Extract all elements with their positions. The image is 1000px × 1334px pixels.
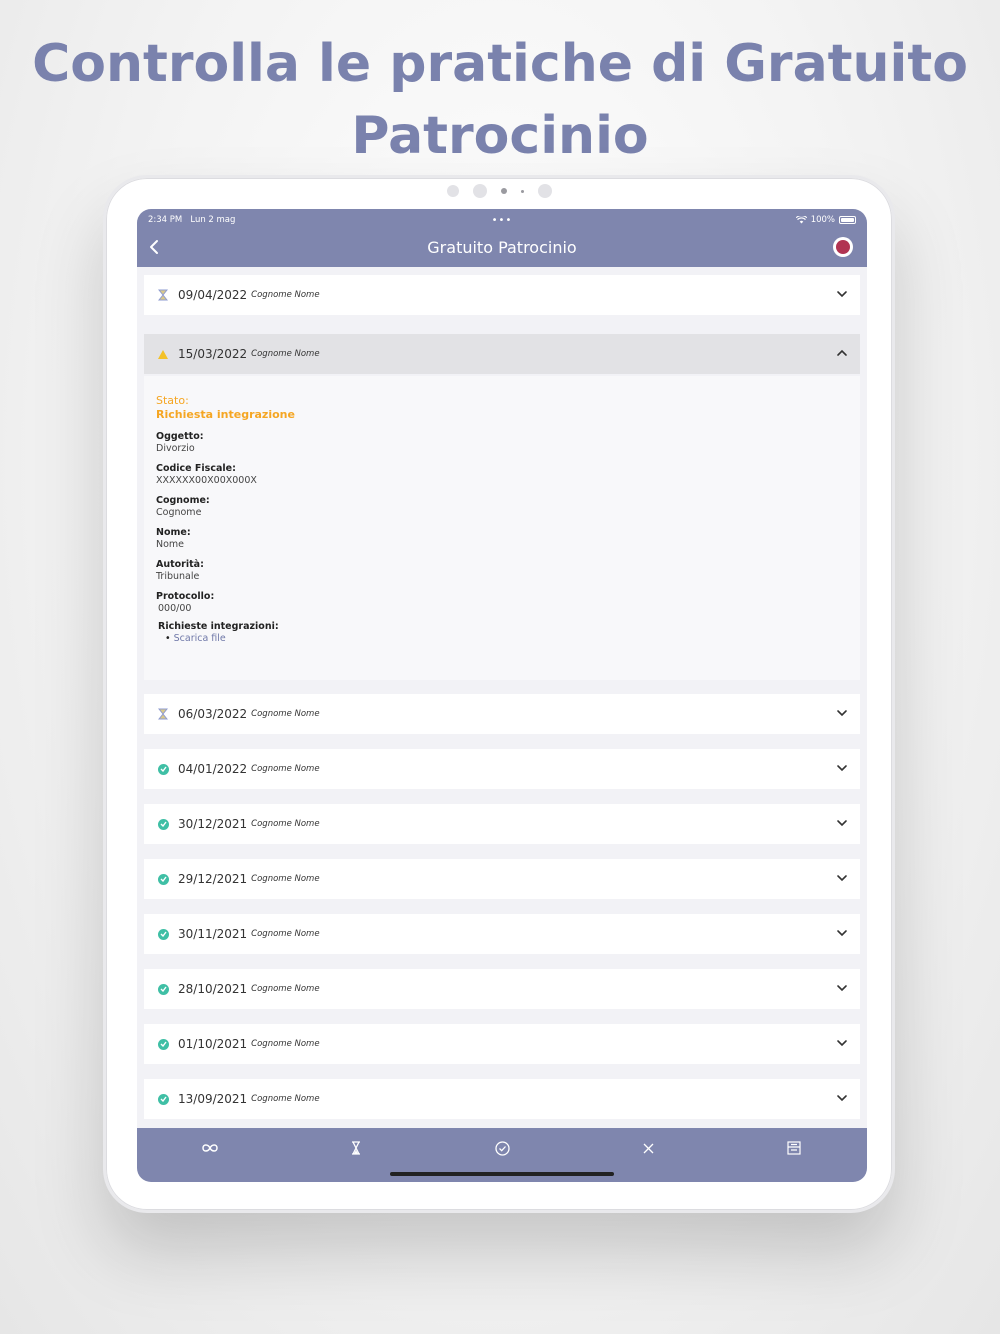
protocollo-label: Protocollo: [156,591,215,602]
row-date: 13/09/2021 [178,1092,248,1106]
warning-icon [156,347,170,361]
chevron-down-icon[interactable] [835,871,849,885]
home-indicator[interactable] [390,1172,614,1176]
oggetto-value: Divorzio [156,443,195,454]
row-date: 09/04/2022 [178,288,248,302]
wifi-icon [795,216,807,224]
list-item-expanded[interactable]: 15/03/2022 Cognome Nome [144,334,860,374]
oggetto-label: Oggetto: [156,431,204,442]
pratica-detail: Stato: Richiesta integrazione Oggetto: D… [144,376,860,680]
multitask-dots[interactable]: ••• [492,215,513,226]
chevron-down-icon[interactable] [835,761,849,775]
row-date: 29/12/2021 [178,872,248,886]
battery-percent: 100% [810,215,835,225]
check-circle-icon [157,873,169,885]
row-date: 01/10/2021 [178,1037,248,1051]
row-date: 30/12/2021 [178,817,248,831]
check-circle-icon [157,983,169,995]
app-header: 2:34 PM Lun 2 mag ••• 100% Gratuito Patr… [137,209,867,267]
nome-label: Nome: [156,527,191,538]
hourglass-icon [156,288,170,302]
scarica-file-link[interactable]: Scarica file [174,633,226,644]
chevron-down-icon[interactable] [835,1036,849,1050]
status-bar: 2:34 PM Lun 2 mag ••• 100% [148,213,856,227]
nav-bar: Gratuito Patrocinio [137,235,867,259]
chevron-down-icon[interactable] [835,1091,849,1105]
hourglass-icon [156,707,170,721]
page-title: Gratuito Patrocinio [427,237,577,257]
list-item[interactable]: 09/04/2022 Cognome Nome [144,275,860,315]
status-time: 2:34 PM [148,215,183,225]
headline: Controlla le pratiche di Gratuito Patroc… [32,34,968,166]
row-name: Cognome Nome [251,290,320,300]
protocollo-value: 000/00 [158,603,192,614]
row-name: Cognome Nome [251,1094,320,1104]
list-item[interactable]: 30/11/2021 Cognome Nome [144,914,860,954]
list-item[interactable]: 13/09/2021 Cognome Nome [144,1079,860,1119]
row-date: 04/01/2022 [178,762,248,776]
stato-label: Stato: [156,394,189,407]
check-circle-icon [157,763,169,775]
autorita-label: Autorità: [156,559,204,570]
list-item[interactable]: 06/03/2022 Cognome Nome [144,694,860,734]
row-name: Cognome Nome [251,929,320,939]
app-screen: 2:34 PM Lun 2 mag ••• 100% Gratuito Patr… [137,209,867,1182]
tablet-frame: 2:34 PM Lun 2 mag ••• 100% Gratuito Patr… [103,175,895,1213]
check-circle-icon [157,1093,169,1105]
bullet: • [165,633,174,644]
archive-icon[interactable] [784,1138,804,1158]
row-date: 15/03/2022 [178,347,248,361]
row-name: Cognome Nome [251,764,320,774]
row-date: 30/11/2021 [178,927,248,941]
hourglass-icon[interactable] [346,1138,366,1158]
row-name: Cognome Nome [251,819,320,829]
chevron-left-icon[interactable] [149,236,169,258]
chevron-down-icon[interactable] [835,287,849,301]
chevron-down-icon[interactable] [835,706,849,720]
profile-avatar-icon[interactable] [833,237,853,257]
status-date: Lun 2 mag [190,215,236,225]
camera-dots [106,184,892,198]
row-name: Cognome Nome [251,874,320,884]
cf-value: XXXXXX00X00X000X [156,475,257,486]
cf-label: Codice Fiscale: [156,463,236,474]
cognome-label: Cognome: [156,495,210,506]
list-item[interactable]: 30/12/2021 Cognome Nome [144,804,860,844]
autorita-value: Tribunale [156,571,200,582]
infinity-icon[interactable] [200,1138,220,1158]
nome-value: Nome [156,539,185,550]
row-date: 06/03/2022 [178,707,248,721]
stato-value: Richiesta integrazione [156,408,295,421]
check-circle-icon[interactable] [492,1138,512,1158]
list-item[interactable]: 28/10/2021 Cognome Nome [144,969,860,1009]
cognome-value: Cognome [156,507,202,518]
list-item[interactable]: 01/10/2021 Cognome Nome [144,1024,860,1064]
list-item[interactable]: 04/01/2022 Cognome Nome [144,749,860,789]
chevron-down-icon[interactable] [835,981,849,995]
row-name: Cognome Nome [251,349,320,359]
check-circle-icon [157,928,169,940]
row-name: Cognome Nome [251,1039,320,1049]
integrazioni-label: Richieste integrazioni: [158,621,279,632]
list-item[interactable]: 29/12/2021 Cognome Nome [144,859,860,899]
chevron-down-icon[interactable] [835,926,849,940]
row-name: Cognome Nome [251,709,320,719]
chevron-down-icon[interactable] [835,816,849,830]
row-name: Cognome Nome [251,984,320,994]
chevron-up-icon[interactable] [835,346,849,360]
battery-icon [839,216,856,224]
close-icon[interactable] [638,1138,658,1158]
check-circle-icon [157,818,169,830]
check-circle-icon [157,1038,169,1050]
tab-bar [137,1128,867,1182]
row-date: 28/10/2021 [178,982,248,996]
